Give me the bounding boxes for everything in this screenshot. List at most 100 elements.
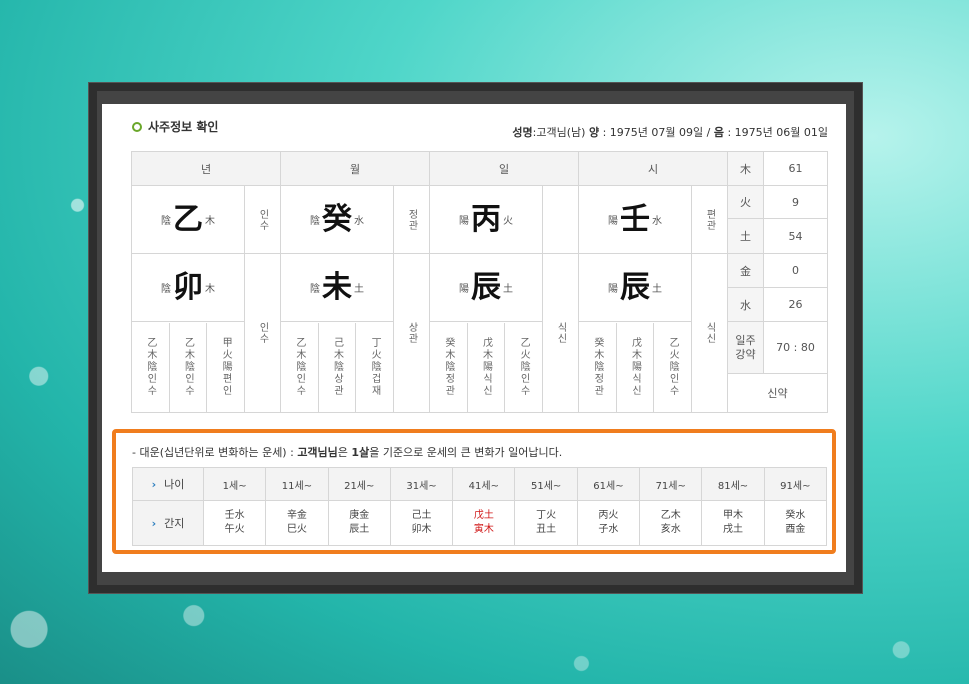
info-line: 성명:고객님(남) 양 : 1975년 07월 09일 / 음 : 1975년 … xyxy=(512,124,828,140)
yinyang-label: 陽 xyxy=(459,216,469,227)
element-label: 土 xyxy=(354,284,364,295)
element-label: 水 xyxy=(652,216,662,227)
hidden-stem: 乙木陰인수 xyxy=(182,337,194,397)
ganji-stem: 丙火 xyxy=(598,510,619,521)
daeun-age: 11세~ xyxy=(265,467,329,501)
hour-branch-cell: 陽辰土 xyxy=(578,253,692,322)
yinyang-label: 陽 xyxy=(608,284,618,295)
daeun-note: - 대운(십년단위로 변화하는 운세) : 고객님님은 1살을 기준으로 운세의… xyxy=(132,444,562,460)
daeun-age: 91세~ xyxy=(763,467,828,501)
ohang-label-fire: 火 xyxy=(727,184,764,220)
year-stem-char: 乙 xyxy=(173,201,203,237)
ohang-value-wood: 61 xyxy=(763,151,828,186)
header-month: 월 xyxy=(280,151,430,186)
daeun-note-name: 고객님님 xyxy=(297,446,338,459)
solar-label: 양 xyxy=(588,126,600,139)
element-label: 水 xyxy=(354,216,364,227)
age-row-label: › 나이 xyxy=(132,467,204,501)
ganji-stem: 辛金 xyxy=(286,510,307,521)
bullet-icon xyxy=(132,121,142,132)
ganji-stem: 甲木 xyxy=(723,510,744,521)
lunar-value: : 1975년 06월 01일 xyxy=(727,126,828,139)
month-stem-rel: 정관 xyxy=(393,185,430,254)
daeun-section: - 대운(십년단위로 변화하는 운세) : 고객님님은 1살을 기준으로 운세의… xyxy=(112,429,836,554)
daeun-age: 21세~ xyxy=(327,467,391,501)
ganji-branch: 戌土 xyxy=(723,524,744,535)
year-branch-cell: 陰卯木 xyxy=(131,253,245,322)
ohang-value-metal: 0 xyxy=(763,253,828,288)
daeun-ganji: 庚金 辰土 xyxy=(327,500,391,546)
daeun-age: 1세~ xyxy=(202,467,267,501)
month-branch-cell: 陰未土 xyxy=(280,253,394,322)
month-stem-cell: 陰癸水 xyxy=(280,185,394,254)
saju-table: 년 월 일 시 木 61 陰乙木 인수 陰癸水 정관 陽丙火 陽壬水 편관 火 xyxy=(131,151,828,413)
ganji-stem: 丁火 xyxy=(536,510,557,521)
ohang-label-wood: 木 xyxy=(727,151,764,186)
ganji-branch: 丑土 xyxy=(536,524,557,535)
name-value: :고객님(남) xyxy=(532,126,586,139)
daeun-note-age: 1살 xyxy=(351,446,370,459)
daeun-ganji: 辛金 巳火 xyxy=(265,500,329,546)
yinyang-label: 陰 xyxy=(161,216,171,227)
lunar-label: 음 xyxy=(713,126,724,139)
hidden-stem: 癸木陰정관 xyxy=(442,337,454,397)
day-branch-cell: 陽辰土 xyxy=(429,253,543,322)
ganji-branch: 酉金 xyxy=(785,524,806,535)
daeun-age: 31세~ xyxy=(389,467,454,501)
daeun-ganji: 己土 卯木 xyxy=(389,500,454,546)
daeun-ganji: 丙火 子水 xyxy=(576,500,641,546)
day-stem-char: 丙 xyxy=(471,201,501,237)
month-branch-char: 未 xyxy=(322,269,352,305)
element-label: 火 xyxy=(503,216,513,227)
element-label: 木 xyxy=(205,284,215,295)
hidden-stem: 己木陰상관 xyxy=(331,337,343,397)
hidden-stem: 乙火陰인수 xyxy=(667,337,679,397)
month-branch-rel: 상관 xyxy=(393,253,430,413)
hidden-stem: 乙木陰인수 xyxy=(144,337,156,397)
month-stem-char: 癸 xyxy=(322,201,352,237)
ganji-stem: 戊土 xyxy=(473,510,494,521)
yinyang-label: 陽 xyxy=(459,284,469,295)
hidden-stem: 戊木陽식신 xyxy=(629,337,641,397)
yinyang-label: 陰 xyxy=(161,284,171,295)
hidden-stem: 乙木陰인수 xyxy=(293,337,305,397)
hidden-stem: 癸木陰정관 xyxy=(591,337,603,397)
day-stem-cell: 陽丙火 xyxy=(429,185,543,254)
element-label: 土 xyxy=(503,284,513,295)
daeun-age: 71세~ xyxy=(639,467,703,501)
ganji-branch: 寅木 xyxy=(473,524,494,535)
hidden-stem: 乙火陰인수 xyxy=(518,337,530,397)
ohang-label-metal: 金 xyxy=(727,253,764,288)
age-label-text: 나이 xyxy=(164,478,185,491)
section-title: 사주정보 확인 xyxy=(132,118,218,135)
ganji-branch: 辰土 xyxy=(349,524,370,535)
daeun-age: 51세~ xyxy=(514,467,578,501)
daeun-ganji-current: 戊土 寅木 xyxy=(452,500,516,546)
hidden-stem: 戊木陽식신 xyxy=(480,337,492,397)
hour-branch-char: 辰 xyxy=(620,269,650,305)
daeun-ganji-row: › 간지 壬水 午火 辛金 巳火 庚金 辰土 己土 卯木 戊土 寅木 丁火 丑土 丙火 子水 乙… xyxy=(132,500,828,546)
chevron-right-icon: › xyxy=(151,478,157,491)
yinyang-label: 陽 xyxy=(608,216,618,227)
yinyang-label: 陰 xyxy=(310,216,320,227)
day-branch-char: 辰 xyxy=(471,269,501,305)
ganji-stem: 庚金 xyxy=(349,510,370,521)
ohang-label-water: 水 xyxy=(727,287,764,322)
ganji-row-label: › 간지 xyxy=(132,500,204,546)
daeun-age: 41세~ xyxy=(452,467,516,501)
year-hidden-stems: 乙木陰인수 乙木陰인수 甲火陽편인 xyxy=(131,321,245,413)
ganji-branch: 子水 xyxy=(598,524,619,535)
daeun-ganji: 甲木 戌土 xyxy=(701,500,765,546)
daeun-ganji: 壬水 午火 xyxy=(202,500,267,546)
header-day: 일 xyxy=(429,151,579,186)
header-year: 년 xyxy=(131,151,281,186)
solar-value: : 1975년 07월 09일 / xyxy=(602,126,711,139)
chevron-right-icon: › xyxy=(151,517,157,530)
yinyang-label: 陰 xyxy=(310,284,320,295)
day-branch-rel: 식신 xyxy=(542,253,579,413)
name-label: 성명 xyxy=(512,126,533,139)
strength-value: 70 : 80 xyxy=(763,321,828,374)
header-hour: 시 xyxy=(578,151,728,186)
strength-verdict: 신약 xyxy=(727,373,828,413)
month-hidden-stems: 乙木陰인수 己木陰상관 丁火陰겁재 xyxy=(280,321,394,413)
